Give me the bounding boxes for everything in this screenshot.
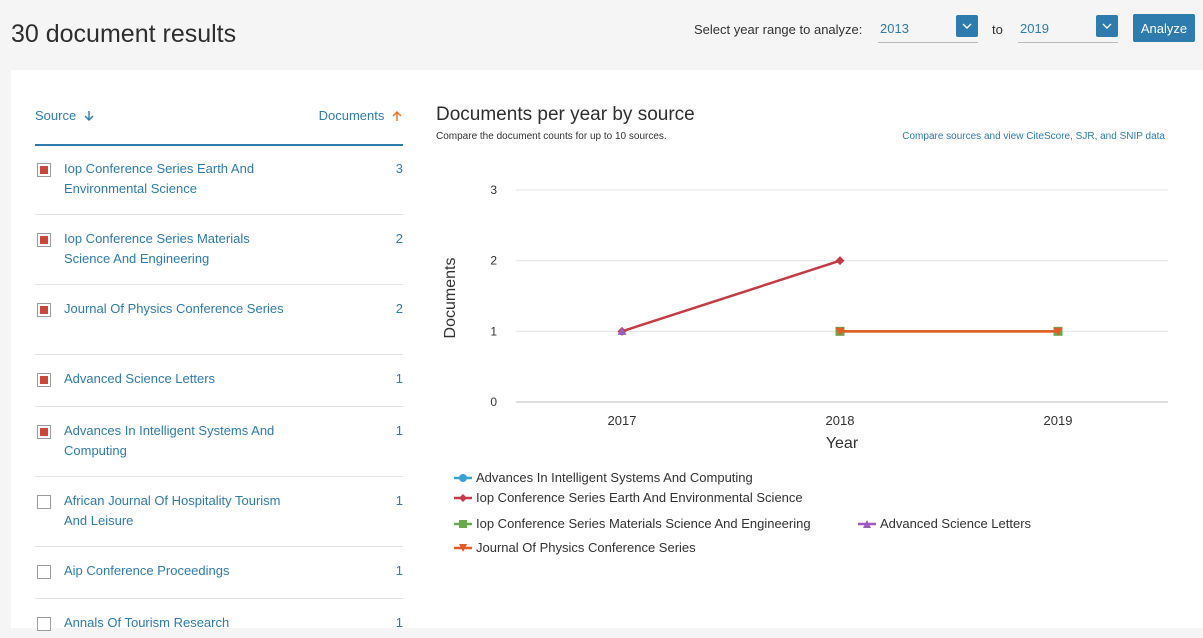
legend-item[interactable]: Advanced Science Letters [857, 516, 1031, 531]
to-year-select[interactable]: 2019 [1018, 14, 1118, 43]
y-tick-label: 3 [490, 183, 497, 197]
legend-item[interactable]: Iop Conference Series Materials Science … [453, 516, 811, 531]
to-label: to [992, 22, 1003, 37]
analysis-panel: Source Documents Iop Conference Series E… [11, 70, 1203, 631]
analyze-button[interactable]: Analyze [1133, 14, 1195, 42]
legend-label: Advanced Science Letters [880, 516, 1032, 531]
page-title: 30 document results [11, 20, 237, 48]
y-tick-label: 1 [490, 324, 497, 338]
from-year-select[interactable]: 2013 [878, 14, 978, 43]
legend-item[interactable]: Journal Of Physics Conference Series [453, 540, 696, 555]
chevron-down-icon[interactable] [1096, 15, 1118, 37]
legend-swatch-icon [454, 543, 472, 552]
legend-label: Iop Conference Series Earth And Environm… [476, 490, 803, 505]
from-year-value: 2013 [880, 21, 909, 36]
year-range-label: Select year range to analyze: [694, 22, 863, 37]
y-tick-label: 2 [490, 254, 497, 268]
data-point [835, 256, 845, 266]
legend-item[interactable]: Iop Conference Series Earth And Environm… [453, 490, 803, 505]
legend-swatch-icon [454, 519, 472, 528]
legend-swatch-icon [858, 519, 876, 528]
legend-label: Advances In Intelligent Systems And Comp… [476, 470, 753, 485]
legend-label: Iop Conference Series Materials Science … [476, 516, 811, 531]
y-tick-label: 0 [490, 395, 497, 409]
x-tick-label: 2018 [826, 413, 855, 428]
x-tick-label: 2019 [1044, 413, 1073, 428]
legend-swatch-icon [454, 493, 472, 502]
legend-swatch-icon [454, 473, 472, 482]
x-tick-label: 2017 [608, 413, 637, 428]
legend-item[interactable]: Advances In Intelligent Systems And Comp… [453, 470, 753, 485]
chevron-down-icon[interactable] [956, 15, 978, 37]
y-axis-title: Documents [442, 258, 459, 339]
results-header: 30 document results Select year range to… [0, 0, 1203, 70]
legend-label: Journal Of Physics Conference Series [476, 540, 696, 555]
to-year-value: 2019 [1020, 21, 1049, 36]
x-axis-title: Year [826, 435, 859, 452]
series-line [621, 259, 841, 333]
